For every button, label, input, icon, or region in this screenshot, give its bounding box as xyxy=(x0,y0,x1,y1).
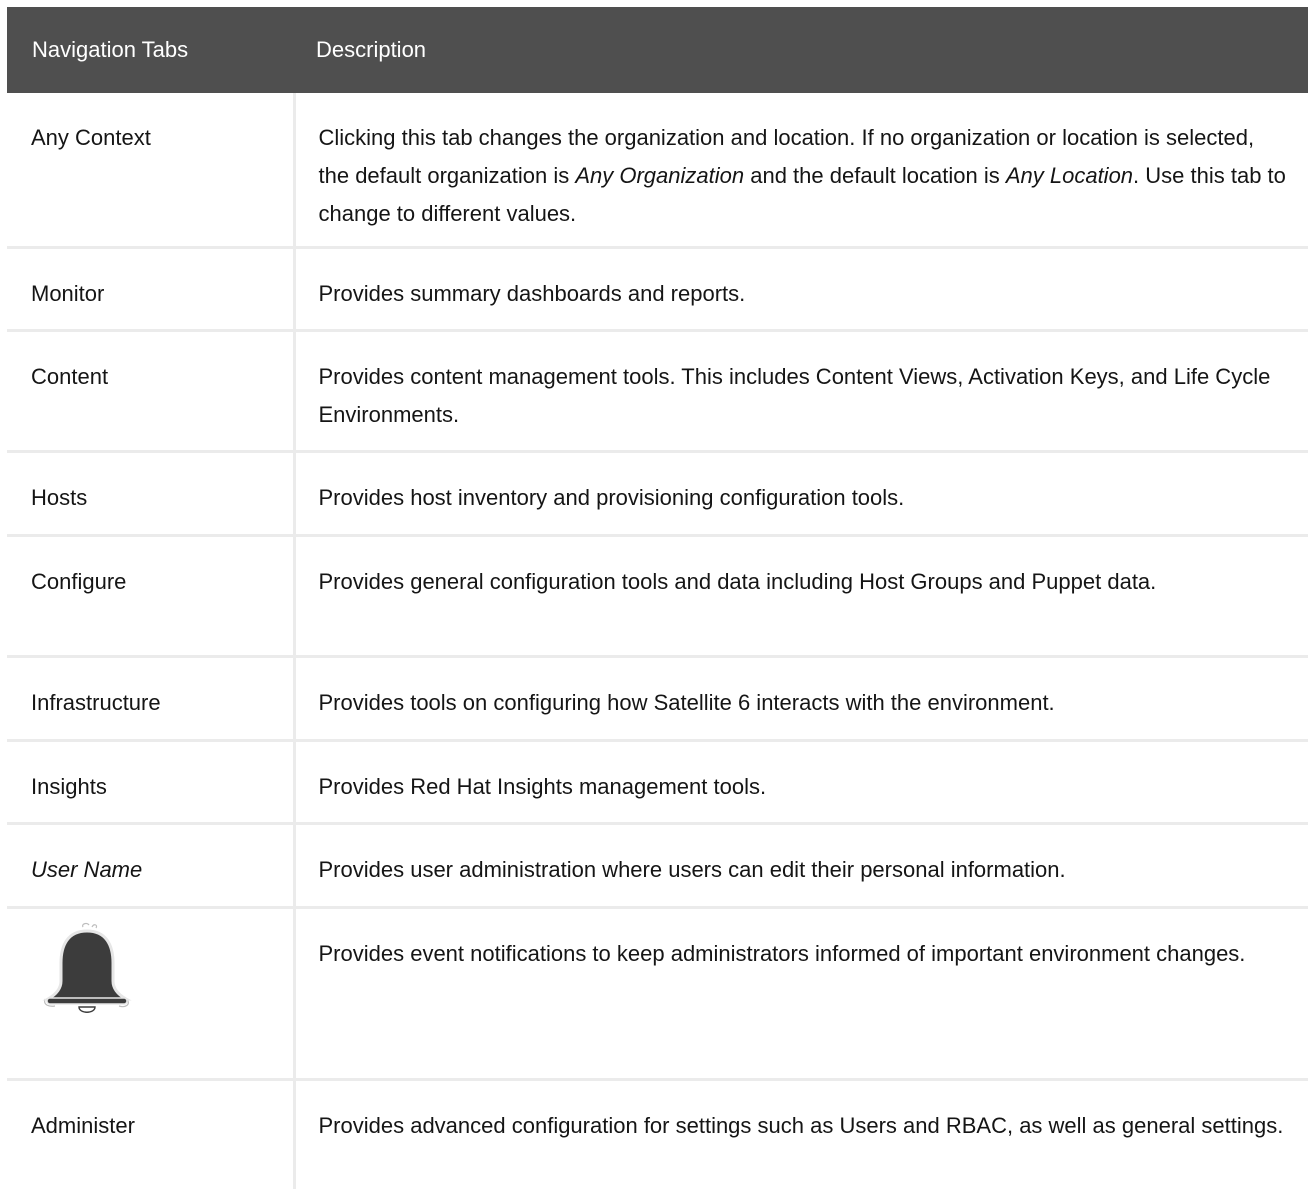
tab-description-any-context: Clicking this tab changes the organizati… xyxy=(294,93,1308,249)
table-header-row: Navigation Tabs Description xyxy=(7,7,1308,93)
tab-description-infrastructure: Provides tools on configuring how Satell… xyxy=(294,656,1308,742)
table-row: Administer Provides advanced configurati… xyxy=(7,1079,1308,1189)
bell-icon xyxy=(42,922,132,1013)
tab-name-hosts: Hosts xyxy=(7,451,296,537)
tab-name-insights: Insights xyxy=(7,740,296,825)
tab-description-content: Provides content management tools. This … xyxy=(294,330,1308,453)
tab-name-notifications xyxy=(7,907,296,1081)
tab-name-user-name: User Name xyxy=(7,823,296,909)
desc-italic-any-organization: Any Organization xyxy=(575,163,745,188)
table-row: Provides event notifications to keep adm… xyxy=(7,907,1308,1081)
tab-name-infrastructure: Infrastructure xyxy=(7,656,296,742)
tab-name-any-context: Any Context xyxy=(7,93,296,249)
tab-description-notifications: Provides event notifications to keep adm… xyxy=(294,907,1308,1081)
table-row: Any Context Clicking this tab changes th… xyxy=(7,93,1308,249)
table-row: Content Provides content management tool… xyxy=(7,330,1308,453)
desc-italic-any-location: Any Location xyxy=(1005,163,1134,188)
tab-name-content: Content xyxy=(7,330,296,453)
table-row: Hosts Provides host inventory and provis… xyxy=(7,451,1308,537)
tab-name-configure: Configure xyxy=(7,535,296,658)
navigation-tabs-table: Navigation Tabs Description Any Context … xyxy=(7,7,1308,1189)
table-row: Configure Provides general configuration… xyxy=(7,535,1308,658)
tab-description-administer: Provides advanced configuration for sett… xyxy=(318,1112,1284,1138)
desc-text: and the default location is xyxy=(744,163,1006,188)
table-row: Insights Provides Red Hat Insights manag… xyxy=(7,740,1308,825)
tab-description-configure: Provides general configuration tools and… xyxy=(294,535,1308,658)
tab-description-hosts: Provides host inventory and provisioning… xyxy=(294,451,1308,537)
tab-name-monitor: Monitor xyxy=(7,247,296,332)
tab-description-monitor: Provides summary dashboards and reports. xyxy=(294,247,1308,332)
header-description: Description xyxy=(316,37,427,62)
table-row: User Name Provides user administration w… xyxy=(7,823,1308,909)
table-row: Infrastructure Provides tools on configu… xyxy=(7,656,1308,742)
tab-description-user-name: Provides user administration where users… xyxy=(294,823,1308,909)
header-navigation-tabs: Navigation Tabs xyxy=(32,37,189,62)
tab-description-insights: Provides Red Hat Insights management too… xyxy=(294,740,1308,825)
table-row: Monitor Provides summary dashboards and … xyxy=(7,247,1308,332)
navigation-tabs-table-container: Navigation Tabs Description Any Context … xyxy=(7,7,1308,1189)
tab-name-administer: Administer xyxy=(7,1079,296,1189)
